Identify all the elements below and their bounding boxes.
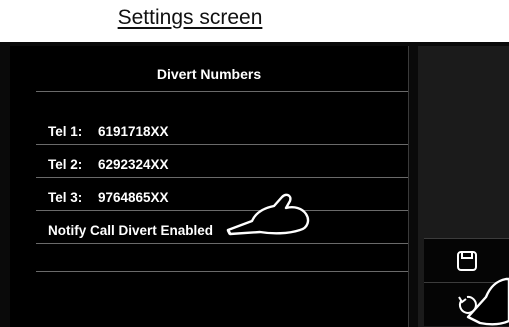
tel-1-label: Tel 1: <box>48 124 83 139</box>
pointing-hand-icon <box>466 277 509 326</box>
tel-2-value: 6292324XX <box>98 157 169 172</box>
device-screen: Divert Numbers Tel 1: 6191718XX Tel 2: 6… <box>0 42 509 327</box>
empty-row <box>36 247 408 272</box>
tel-1-row[interactable]: Tel 1: 6191718XX <box>36 112 408 145</box>
figure-caption: Settings screen <box>117 6 263 29</box>
tel-2-label: Tel 2: <box>48 157 83 172</box>
tel-1-value: 6191718XX <box>98 124 169 139</box>
tel-2-row[interactable]: Tel 2: 6292324XX <box>36 145 408 178</box>
pointing-hand-icon <box>226 193 310 236</box>
notify-call-divert-label: Notify Call Divert Enabled <box>48 223 214 238</box>
panel-title: Divert Numbers <box>156 66 262 82</box>
tel-3-label: Tel 3: <box>48 190 83 205</box>
notify-call-divert-row[interactable]: Notify Call Divert Enabled <box>36 211 408 244</box>
tel-3-row[interactable]: Tel 3: 9764865XX <box>36 178 408 211</box>
settings-panel: Divert Numbers Tel 1: 6191718XX Tel 2: 6… <box>10 46 409 327</box>
tel-3-value: 9764865XX <box>98 190 169 205</box>
